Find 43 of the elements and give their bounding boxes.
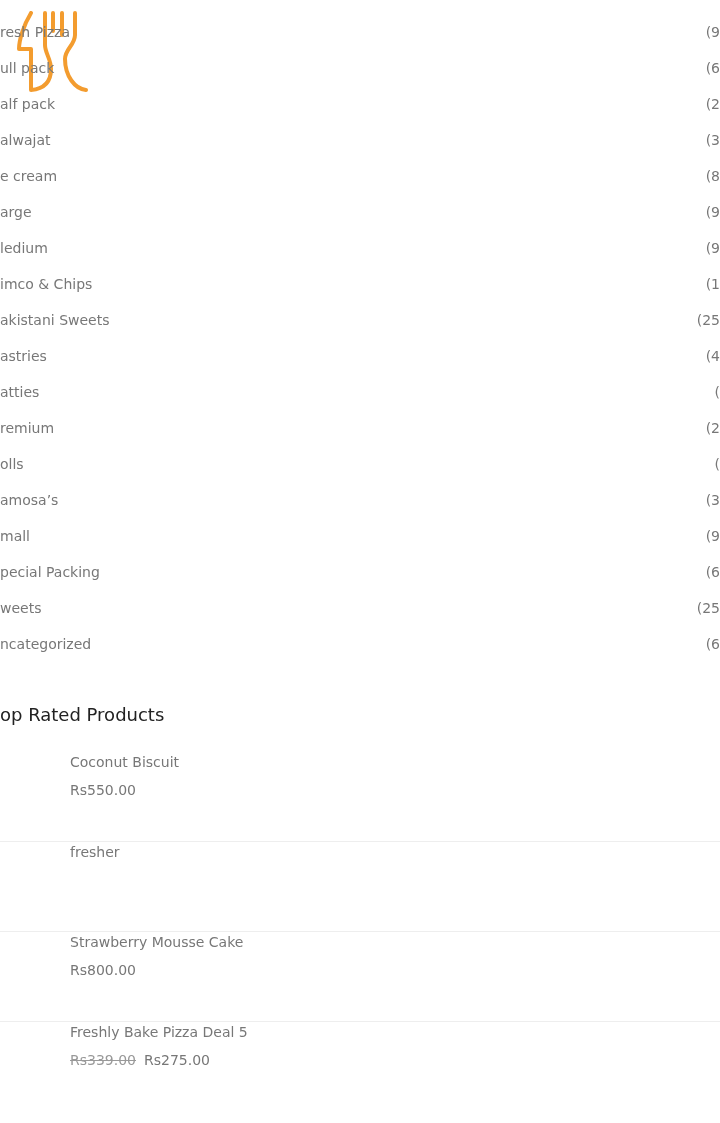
category-count: (3 — [705, 490, 720, 510]
category-link[interactable]: arge — [0, 201, 32, 223]
category-count: (25 — [696, 310, 720, 330]
category-link[interactable]: alf pack — [0, 93, 56, 115]
product-price: Rs275.00 — [144, 1051, 211, 1070]
category-count: (4 — [705, 346, 720, 366]
category-count: ( — [714, 454, 720, 474]
category-link[interactable]: e cream — [0, 165, 58, 187]
category-link[interactable]: ncategorized — [0, 633, 92, 655]
category-count: (6 — [705, 58, 720, 78]
category-count: (9 — [705, 238, 720, 258]
product-price: Rs800.00 — [70, 961, 136, 980]
section-title: op Rated Products — [0, 703, 166, 727]
product-name[interactable]: Strawberry Mousse Cake — [70, 932, 720, 952]
category-link[interactable]: amosa’s — [0, 489, 59, 511]
category-count: (9 — [705, 526, 720, 546]
category-count: (2 — [705, 418, 720, 438]
category-link[interactable]: ledium — [0, 237, 48, 259]
category-count: (9 — [705, 22, 720, 42]
category-link[interactable]: akistani Sweets — [0, 309, 110, 331]
product-price: Rs550.00 — [70, 781, 136, 800]
product-name[interactable]: Freshly Bake Pizza Deal 5 — [70, 1022, 720, 1042]
category-link[interactable]: astries — [0, 345, 47, 367]
old-price: Rs339.00 — [70, 1051, 136, 1070]
category-link[interactable]: imco & Chips — [0, 273, 93, 295]
product-name[interactable]: Coconut Biscuit — [70, 752, 720, 772]
category-link[interactable]: alwajat — [0, 129, 51, 151]
category-count: (3 — [705, 130, 720, 150]
category-count: ( — [714, 382, 720, 402]
category-link[interactable]: olls — [0, 453, 24, 475]
category-link[interactable]: weets — [0, 597, 42, 619]
category-count: (9 — [705, 202, 720, 222]
category-link[interactable]: mall — [0, 525, 30, 547]
category-link[interactable]: pecial Packing — [0, 561, 100, 583]
category-count: (2 — [705, 94, 720, 114]
category-count: (25 — [696, 598, 720, 618]
category-link[interactable]: remium — [0, 417, 55, 439]
category-count: (6 — [705, 634, 720, 654]
category-count: (6 — [705, 562, 720, 582]
category-count: (1 — [705, 274, 720, 294]
category-count: (8 — [705, 166, 720, 186]
category-link[interactable]: atties — [0, 381, 40, 403]
product-name[interactable]: fresher — [70, 842, 720, 862]
